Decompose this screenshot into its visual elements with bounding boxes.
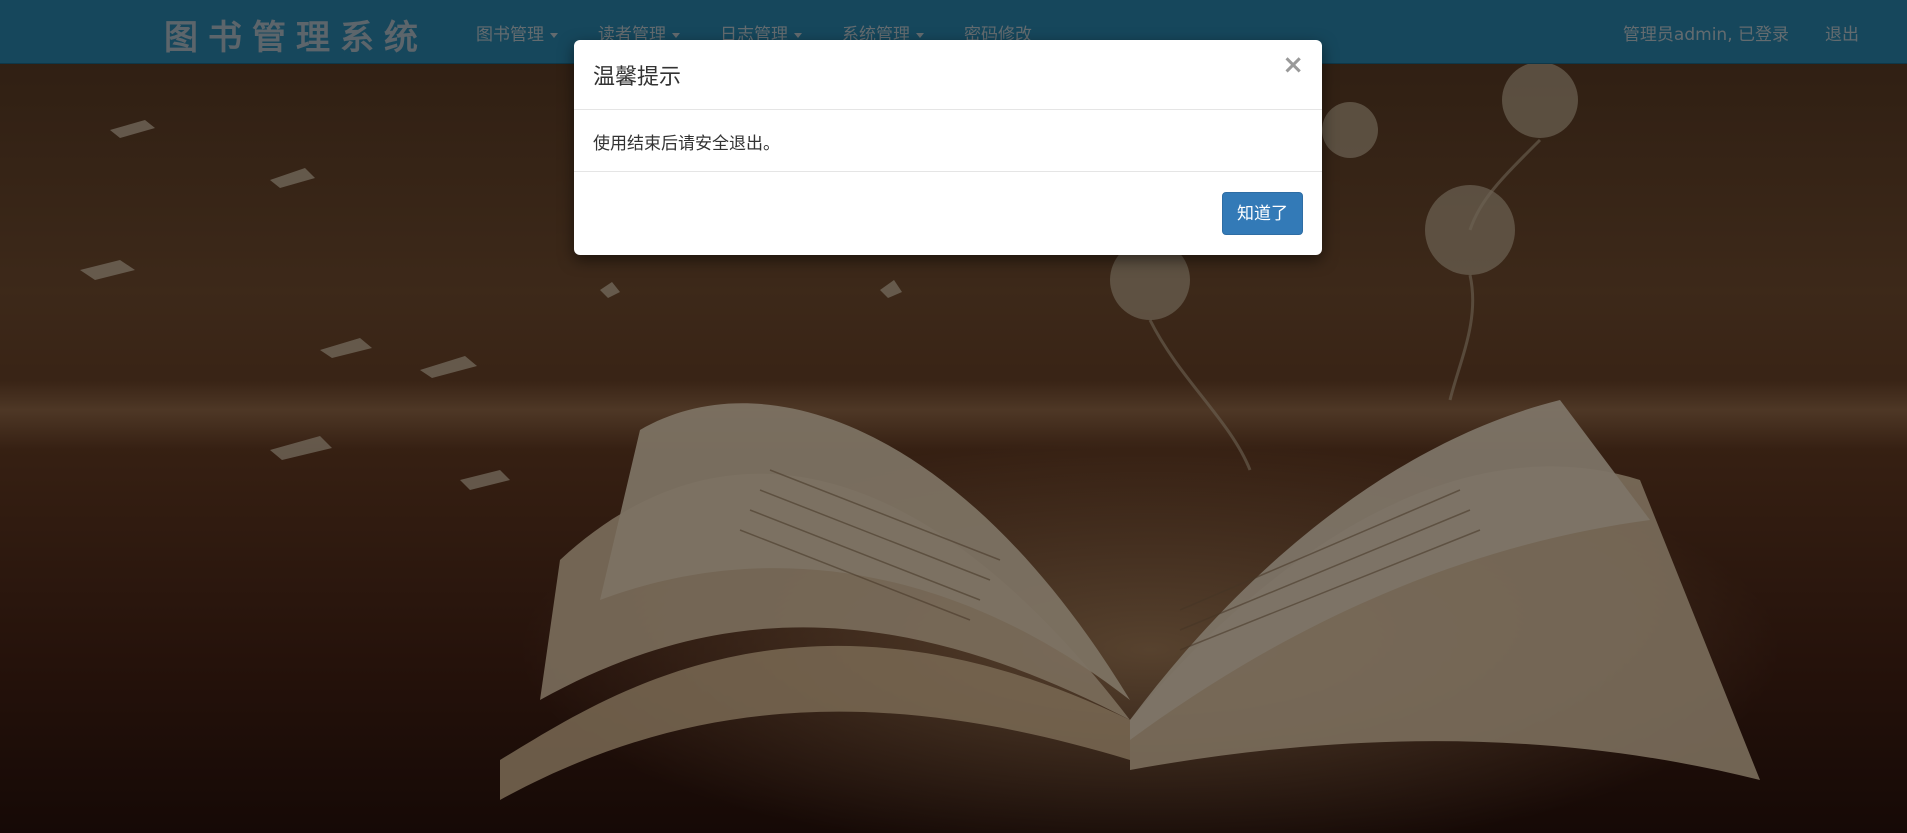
confirm-button[interactable]: 知道了 xyxy=(1222,192,1303,235)
modal-footer: 知道了 xyxy=(574,172,1322,255)
modal-body: 使用结束后请安全退出。 xyxy=(574,110,1322,172)
modal-title: 温馨提示 xyxy=(593,65,682,90)
close-icon[interactable]: × xyxy=(1282,52,1304,78)
page: 图书管理系统 图书管理 读者管理 日志管理 系统管理 密码修改 管理员admin… xyxy=(0,0,1907,833)
modal-header: 温馨提示 × xyxy=(574,40,1322,110)
modal-message: 使用结束后请安全退出。 xyxy=(593,134,780,154)
notice-dialog: 温馨提示 × 使用结束后请安全退出。 知道了 xyxy=(574,40,1322,255)
